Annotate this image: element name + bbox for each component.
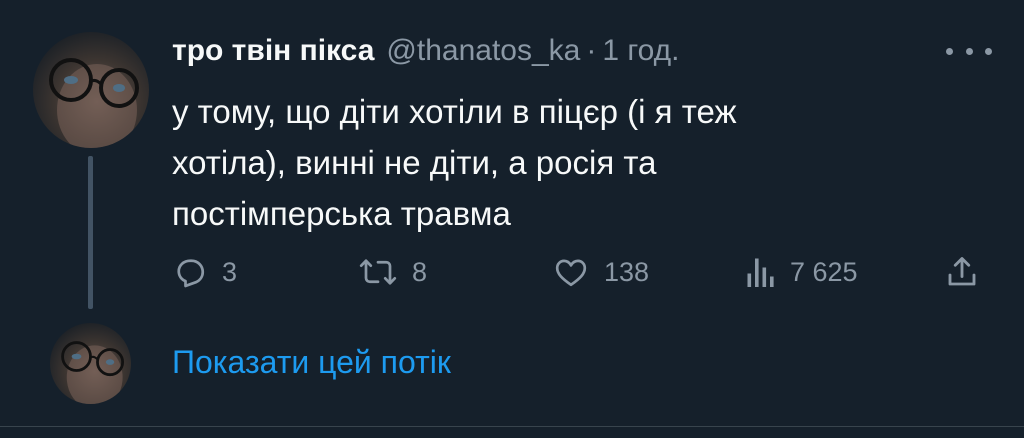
like-count: 138 — [604, 256, 650, 287]
heart-icon — [555, 259, 587, 287]
reply-icon — [177, 259, 205, 288]
author-name[interactable]: тро твін пікса — [172, 34, 374, 68]
tweet-text-line: постімперська травма — [172, 195, 511, 232]
like-button[interactable]: 138 — [552, 248, 649, 296]
retweet-icon — [359, 259, 397, 285]
share-icon — [948, 257, 976, 286]
retweet-count: 8 — [412, 256, 428, 287]
show-thread-link[interactable]: Показати цей потік — [172, 344, 451, 381]
tweet[interactable]: тро твін пікса @thanatos_ka · 1 год. у т… — [0, 0, 1024, 438]
share-button[interactable] — [944, 248, 980, 296]
thread-connector — [88, 156, 93, 309]
reply-count: 3 — [222, 256, 238, 287]
reply-button[interactable]: 3 — [172, 248, 237, 296]
retweet-button[interactable]: 8 — [358, 248, 427, 296]
more-options-button[interactable] — [946, 38, 992, 64]
action-bar: 3 8 138 7 625 — [172, 248, 992, 296]
views-count: 7 625 — [790, 256, 858, 287]
tweet-timestamp[interactable]: 1 год. — [602, 34, 679, 68]
more-dot-icon — [946, 47, 953, 55]
more-dot-icon — [965, 47, 973, 55]
divider — [0, 426, 1024, 427]
tweet-header: тро твін пікса @thanatos_ka · 1 год. — [172, 34, 680, 74]
separator-dot: · — [586, 34, 597, 67]
tweet-text-line: у тому, що діти хотіли в піцєр (і я теж — [172, 93, 737, 130]
more-dot-icon — [985, 47, 992, 55]
views-icon — [747, 258, 774, 287]
author-avatar[interactable] — [33, 32, 149, 148]
tweet-text-line: хотіла), винні не діти, а росія та — [172, 144, 657, 181]
author-handle[interactable]: @thanatos_ka — [386, 34, 580, 68]
tweet-text: у тому, що діти хотіли в піцєр (і я теж … — [172, 86, 932, 239]
views-button[interactable]: 7 625 — [746, 248, 858, 296]
thread-avatar[interactable] — [50, 323, 131, 404]
